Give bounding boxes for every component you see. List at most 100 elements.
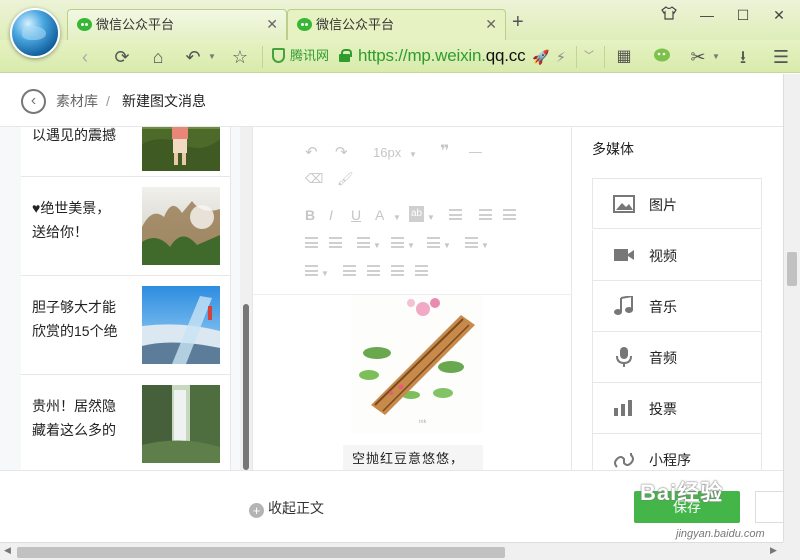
url-scheme: https:// — [358, 46, 408, 65]
url-domain-main: qq.cc — [485, 46, 526, 65]
undo-close-icon[interactable]: ↶ — [182, 44, 204, 70]
chevron-down-icon[interactable]: ▼ — [712, 52, 720, 61]
article-caption-text[interactable]: 空抛红豆意悠悠， — [343, 445, 483, 470]
preview-button[interactable] — [755, 491, 783, 523]
bold-icon[interactable]: B — [305, 207, 315, 223]
breadcrumb: ‹ 素材库 / 新建图文消息 — [0, 74, 783, 127]
article-list-scrollbar[interactable] — [240, 127, 252, 470]
undo-icon[interactable]: ↶ — [305, 145, 318, 161]
image-float-left-icon[interactable] — [343, 265, 356, 276]
wechat-icon — [77, 18, 92, 31]
paragraph-spacing-icon[interactable] — [391, 237, 404, 248]
scroll-left-icon[interactable]: ◀ — [4, 545, 11, 556]
chevron-down-icon[interactable]: ▼ — [427, 210, 435, 226]
indent-icon[interactable] — [449, 209, 462, 220]
image-float-right-icon[interactable] — [391, 265, 404, 276]
article-title: 胆子够大才能欣赏的15个绝 — [32, 299, 118, 339]
media-item-mini-program[interactable]: 小程序 — [592, 434, 762, 470]
ordered-list-icon[interactable] — [465, 237, 478, 248]
unordered-list-icon[interactable] — [305, 265, 318, 276]
scrollbar-thumb[interactable] — [243, 304, 249, 470]
apps-grid-icon[interactable]: ▦ — [612, 44, 636, 70]
list-item[interactable]: 以遇见的震撼 — [21, 127, 231, 177]
breadcrumb-link-library[interactable]: 素材库 — [56, 92, 98, 110]
skin-icon[interactable] — [654, 4, 684, 26]
chevron-down-icon[interactable]: ▼ — [443, 238, 451, 254]
browser-tab-1[interactable]: 微信公众平台 ✕ — [67, 9, 287, 40]
rocket-icon[interactable]: 🚀 — [532, 46, 549, 68]
back-icon[interactable]: ‹ — [74, 44, 96, 70]
image-inline-icon[interactable] — [367, 265, 380, 276]
page-vertical-scrollbar[interactable] — [783, 74, 800, 542]
font-color-icon[interactable]: A — [375, 207, 384, 223]
italic-icon[interactable]: I — [329, 207, 333, 223]
music-icon — [613, 294, 635, 316]
media-item-music[interactable]: 音乐 — [592, 281, 762, 332]
mini-program-icon — [613, 449, 635, 469]
horizontal-rule-icon[interactable]: — — [469, 144, 482, 160]
scrollbar-thumb[interactable] — [787, 252, 797, 286]
list-item[interactable]: 贵州！居然隐藏着这么多的 — [21, 375, 231, 470]
letter-spacing-icon[interactable] — [427, 237, 440, 248]
home-icon[interactable]: ⌂ — [146, 44, 170, 70]
redo-icon[interactable]: ↷ — [335, 145, 348, 161]
browser-tab-2[interactable]: 微信公众平台 ✕ — [287, 9, 506, 40]
media-item-audio[interactable]: 音频 — [592, 332, 762, 383]
background-color-icon[interactable]: ab — [409, 206, 425, 222]
list-item[interactable]: ♥绝世美景，送给你！ — [21, 177, 231, 276]
media-item-video[interactable]: 视频 — [592, 230, 762, 281]
clear-format-icon[interactable]: ⌫ — [305, 171, 323, 187]
image-center-icon[interactable] — [415, 265, 428, 276]
align-right-icon[interactable] — [329, 237, 342, 248]
menu-icon[interactable]: ☰ — [768, 44, 794, 70]
close-window-icon[interactable]: ✕ — [764, 4, 794, 26]
refresh-icon[interactable]: ⟳ — [110, 44, 134, 70]
bookmark-star-icon[interactable]: ☆ — [228, 44, 252, 70]
article-body-image[interactable]: ink — [351, 295, 483, 433]
close-tab-icon[interactable]: ✕ — [485, 10, 497, 39]
collapse-plus-icon: + — [249, 503, 264, 518]
screenshot-scissors-icon[interactable]: ✂ — [686, 44, 710, 70]
address-bar-url[interactable]: https://mp.weixin.qq.cc — [358, 45, 526, 67]
line-height-icon[interactable] — [357, 237, 370, 248]
article-thumbnail — [142, 286, 220, 364]
list-item[interactable]: 胆子够大才能欣赏的15个绝 — [21, 276, 231, 375]
back-circle-icon[interactable]: ‹ — [21, 89, 46, 114]
wechat-extension-icon[interactable] — [650, 44, 674, 70]
url-domain-prefix: mp.weixin. — [407, 46, 486, 65]
chevron-down-icon[interactable]: ▼ — [373, 238, 381, 254]
maximize-icon[interactable]: ☐ — [728, 4, 758, 26]
new-tab-button[interactable]: + — [512, 12, 524, 32]
chevron-down-icon[interactable]: ▼ — [407, 238, 415, 254]
chevron-down-icon[interactable]: ▼ — [481, 238, 489, 254]
browser-logo-globe[interactable] — [10, 8, 60, 58]
close-tab-icon[interactable]: ✕ — [266, 10, 278, 39]
lightning-icon[interactable]: ⚡ — [556, 46, 566, 68]
chevron-down-icon[interactable]: ▼ — [321, 266, 329, 282]
media-item-vote[interactable]: 投票 — [592, 383, 762, 434]
align-justify-icon[interactable] — [503, 209, 516, 220]
article-thumbnail — [142, 187, 220, 265]
minimize-icon[interactable]: — — [692, 4, 722, 26]
collapse-body-button[interactable]: + 收起正文 — [249, 500, 324, 518]
format-painter-icon[interactable]: 🖌 — [337, 171, 354, 187]
chevron-down-icon[interactable]: ▼ — [208, 52, 216, 61]
divider — [262, 46, 263, 68]
microphone-icon — [613, 347, 635, 367]
scrollbar-thumb[interactable] — [17, 547, 505, 558]
scroll-right-icon[interactable]: ▶ — [770, 545, 777, 556]
article-list: 以遇见的震撼 ♥绝世美景，送给你！ 胆子够大才能欣赏的15个绝 贵州！居然隐藏着… — [21, 127, 231, 470]
download-icon[interactable]: ⭳ — [730, 44, 756, 70]
tab-title: 微信公众平台 — [96, 17, 175, 32]
article-editor: ↶ ↷ 16px ▼ ❞ — ⌫ 🖌 B I U A ▼ ab ▼ ▼ ▼ ▼ — [252, 127, 573, 470]
chevron-down-icon[interactable]: ▼ — [409, 147, 417, 163]
chevron-down-icon[interactable]: ▼ — [393, 210, 401, 226]
media-item-image[interactable]: 图片 — [592, 178, 762, 229]
align-center-icon[interactable] — [305, 237, 318, 248]
chevron-down-icon[interactable]: ﹀ — [584, 46, 594, 68]
font-size-select[interactable]: 16px — [373, 145, 401, 161]
page-horizontal-scrollbar[interactable]: ◀ ▶ — [0, 542, 783, 560]
quote-icon[interactable]: ❞ — [440, 144, 449, 160]
underline-icon[interactable]: U — [351, 207, 361, 223]
align-left-icon[interactable] — [479, 209, 492, 220]
